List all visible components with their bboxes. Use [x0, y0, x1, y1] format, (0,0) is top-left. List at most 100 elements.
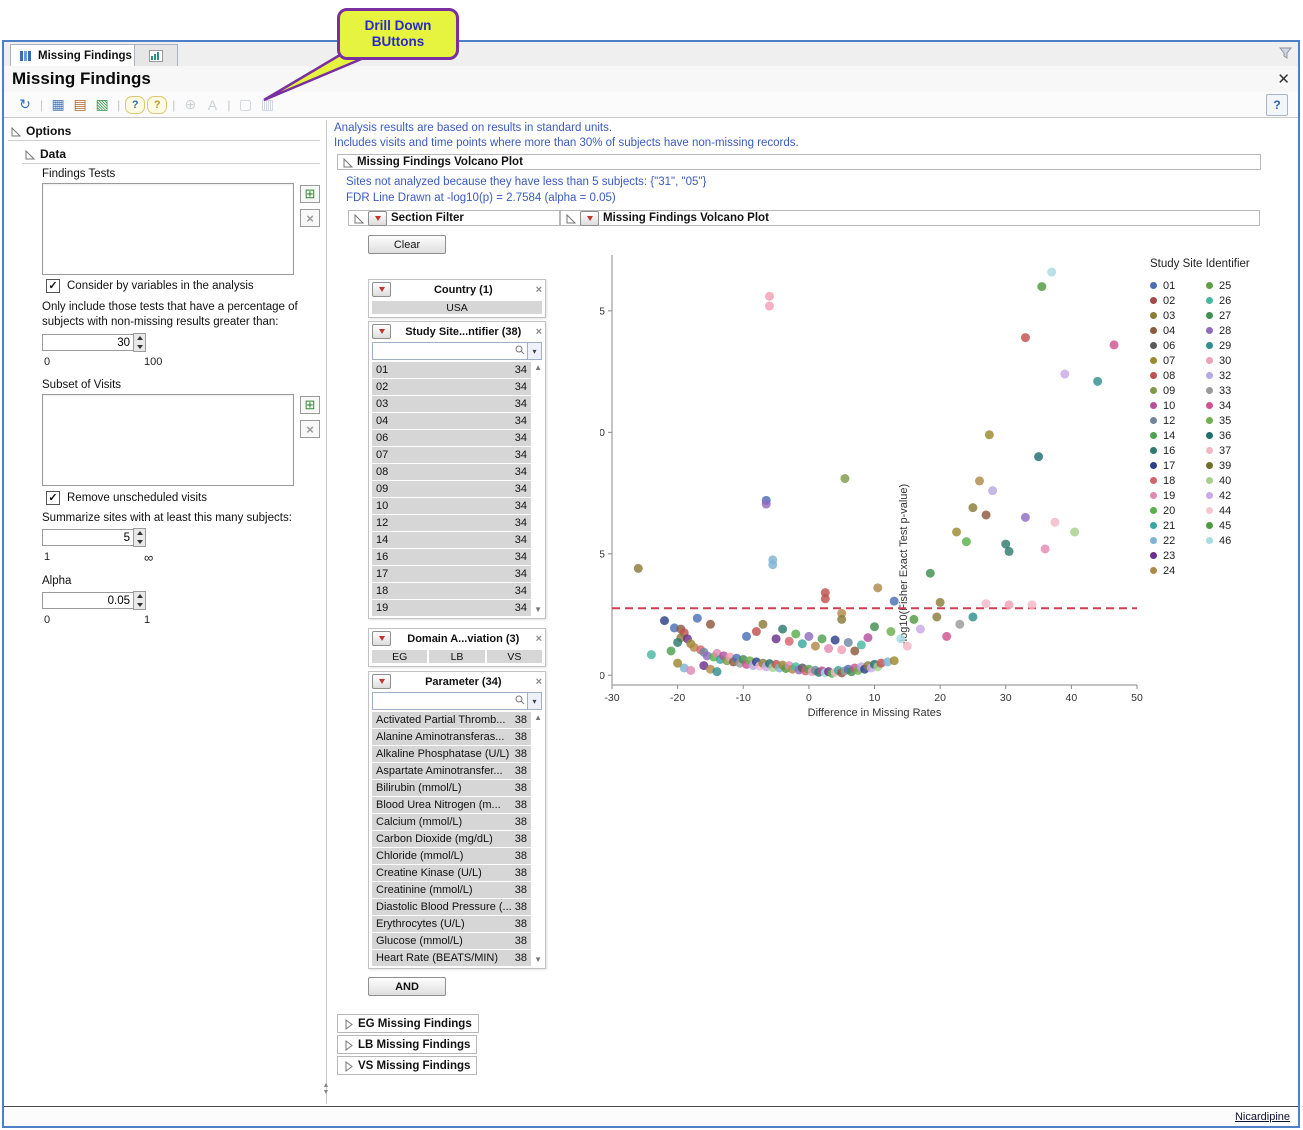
- scatter-point[interactable]: [968, 503, 977, 512]
- scatter-point[interactable]: [873, 583, 882, 592]
- scatter-point[interactable]: [713, 667, 722, 676]
- scatter-point[interactable]: [1034, 452, 1043, 461]
- scatter-point[interactable]: [962, 537, 971, 546]
- volcano-plot[interactable]: 051015-30-20-1001020304050Difference in …: [600, 247, 1145, 727]
- filter-row[interactable]: 0734: [372, 447, 531, 463]
- scatter-point[interactable]: [752, 627, 761, 636]
- legend-item[interactable]: 06: [1150, 338, 1206, 353]
- export-table-icon[interactable]: ▧: [91, 94, 113, 116]
- scatter-point[interactable]: [936, 598, 945, 607]
- add-visit-icon[interactable]: ⊞: [300, 396, 320, 414]
- scatter-point[interactable]: [785, 637, 794, 646]
- alpha-input[interactable]: [42, 592, 134, 609]
- scatter-point[interactable]: [758, 620, 767, 629]
- legend-item[interactable]: 19: [1150, 488, 1206, 503]
- scatter-point[interactable]: [988, 486, 997, 495]
- scatter-point[interactable]: [975, 476, 984, 485]
- scatter-point[interactable]: [791, 629, 800, 638]
- legend-item[interactable]: 10: [1150, 398, 1206, 413]
- domain-value-button[interactable]: LB: [429, 650, 484, 663]
- share-report-icon[interactable]: ⊕: [179, 94, 201, 116]
- scatter-point[interactable]: [952, 527, 961, 536]
- legend-item[interactable]: 28: [1206, 323, 1262, 338]
- legend-item[interactable]: 39: [1206, 458, 1262, 473]
- red-triangle-menu-icon[interactable]: [372, 674, 391, 689]
- scatter-point[interactable]: [762, 500, 771, 509]
- legend-item[interactable]: 20: [1150, 503, 1206, 518]
- remove-parameter-filter-icon[interactable]: [536, 676, 542, 688]
- legend-item[interactable]: 27: [1206, 308, 1262, 323]
- scatter-point[interactable]: [896, 634, 905, 643]
- legend-item[interactable]: 08: [1150, 368, 1206, 383]
- remove-findings-test-icon[interactable]: ×: [300, 209, 320, 227]
- scatter-point[interactable]: [1037, 282, 1046, 291]
- scatter-point[interactable]: [837, 615, 846, 624]
- scatter-point[interactable]: [982, 599, 991, 608]
- scatter-point[interactable]: [765, 292, 774, 301]
- filter-row[interactable]: 0834: [372, 464, 531, 480]
- scatter-point[interactable]: [1047, 268, 1056, 277]
- scatter-point[interactable]: [667, 646, 676, 655]
- legend-item[interactable]: 02: [1150, 293, 1206, 308]
- filter-row[interactable]: Activated Partial Thromb...38: [372, 712, 531, 728]
- open-data-table-icon[interactable]: ▦: [47, 94, 69, 116]
- scatter-point[interactable]: [1028, 600, 1037, 609]
- section-eg-missing-findings[interactable]: EG Missing Findings: [337, 1014, 479, 1033]
- scatter-point[interactable]: [1021, 513, 1030, 522]
- scatter-point[interactable]: [968, 612, 977, 621]
- filter-row[interactable]: 0134: [372, 362, 531, 378]
- and-filter-button[interactable]: AND: [368, 977, 446, 996]
- filter-row[interactable]: 0934: [372, 481, 531, 497]
- legend-item[interactable]: 01: [1150, 278, 1206, 293]
- drilldown-profile-icon[interactable]: ▢: [235, 94, 257, 116]
- data-filter-funnel-icon[interactable]: [1279, 47, 1292, 62]
- filter-row[interactable]: Carbon Dioxide (mg/dL)38: [372, 831, 531, 847]
- legend-item[interactable]: 29: [1206, 338, 1262, 353]
- filter-row[interactable]: 0634: [372, 430, 531, 446]
- scatter-point[interactable]: [840, 474, 849, 483]
- scatter-point[interactable]: [798, 639, 807, 648]
- scatter-point[interactable]: [909, 615, 918, 624]
- legend-item[interactable]: 07: [1150, 353, 1206, 368]
- scatter-point[interactable]: [647, 650, 656, 659]
- filter-row[interactable]: 1734: [372, 566, 531, 582]
- filter-row[interactable]: 1634: [372, 549, 531, 565]
- legend-item[interactable]: 16: [1150, 443, 1206, 458]
- remove-domain-filter-icon[interactable]: [536, 633, 542, 645]
- legend-item[interactable]: 18: [1150, 473, 1206, 488]
- scatter-point[interactable]: [673, 638, 682, 647]
- red-triangle-menu-icon[interactable]: [372, 324, 391, 339]
- tab-missing-findings[interactable]: Missing Findings: [10, 44, 141, 66]
- alpha-stepper[interactable]: [133, 591, 146, 610]
- scatter-point[interactable]: [1005, 600, 1014, 609]
- scatter-point[interactable]: [1021, 333, 1030, 342]
- red-triangle-menu-icon[interactable]: [368, 211, 387, 226]
- scatter-point[interactable]: [932, 612, 941, 621]
- filter-row[interactable]: Erythrocytes (U/L)38: [372, 916, 531, 932]
- legend-item[interactable]: 09: [1150, 383, 1206, 398]
- filter-row[interactable]: Creatine Kinase (U/L)38: [372, 865, 531, 881]
- scatter-point[interactable]: [824, 644, 833, 653]
- review-notes-icon[interactable]: ?: [147, 96, 167, 114]
- remove-country-filter-icon[interactable]: [536, 284, 542, 296]
- chevron-down-icon[interactable]: ▾: [527, 343, 541, 359]
- filter-row[interactable]: Heart Rate (BEATS/MIN)38: [372, 950, 531, 966]
- legend-item[interactable]: 24: [1150, 563, 1206, 578]
- scatter-point[interactable]: [863, 633, 872, 642]
- scatter-point[interactable]: [772, 634, 781, 643]
- scatter-point[interactable]: [686, 666, 695, 675]
- scatter-point[interactable]: [1110, 340, 1119, 349]
- scatter-point[interactable]: [765, 302, 774, 311]
- filter-row[interactable]: Calcium (mmol/L)38: [372, 814, 531, 830]
- legend-item[interactable]: 03: [1150, 308, 1206, 323]
- legend-item[interactable]: 17: [1150, 458, 1206, 473]
- rerun-analysis-icon[interactable]: ↻: [14, 94, 36, 116]
- filter-row[interactable]: Alanine Aminotransferas...38: [372, 729, 531, 745]
- scatter-point[interactable]: [1060, 370, 1069, 379]
- filter-row[interactable]: 0334: [372, 396, 531, 412]
- scatter-point[interactable]: [818, 634, 827, 643]
- scatter-point[interactable]: [916, 625, 925, 634]
- filter-row[interactable]: Alkaline Phosphatase (U/L)38: [372, 746, 531, 762]
- legend-item[interactable]: 36: [1206, 428, 1262, 443]
- country-value[interactable]: USA: [372, 301, 542, 314]
